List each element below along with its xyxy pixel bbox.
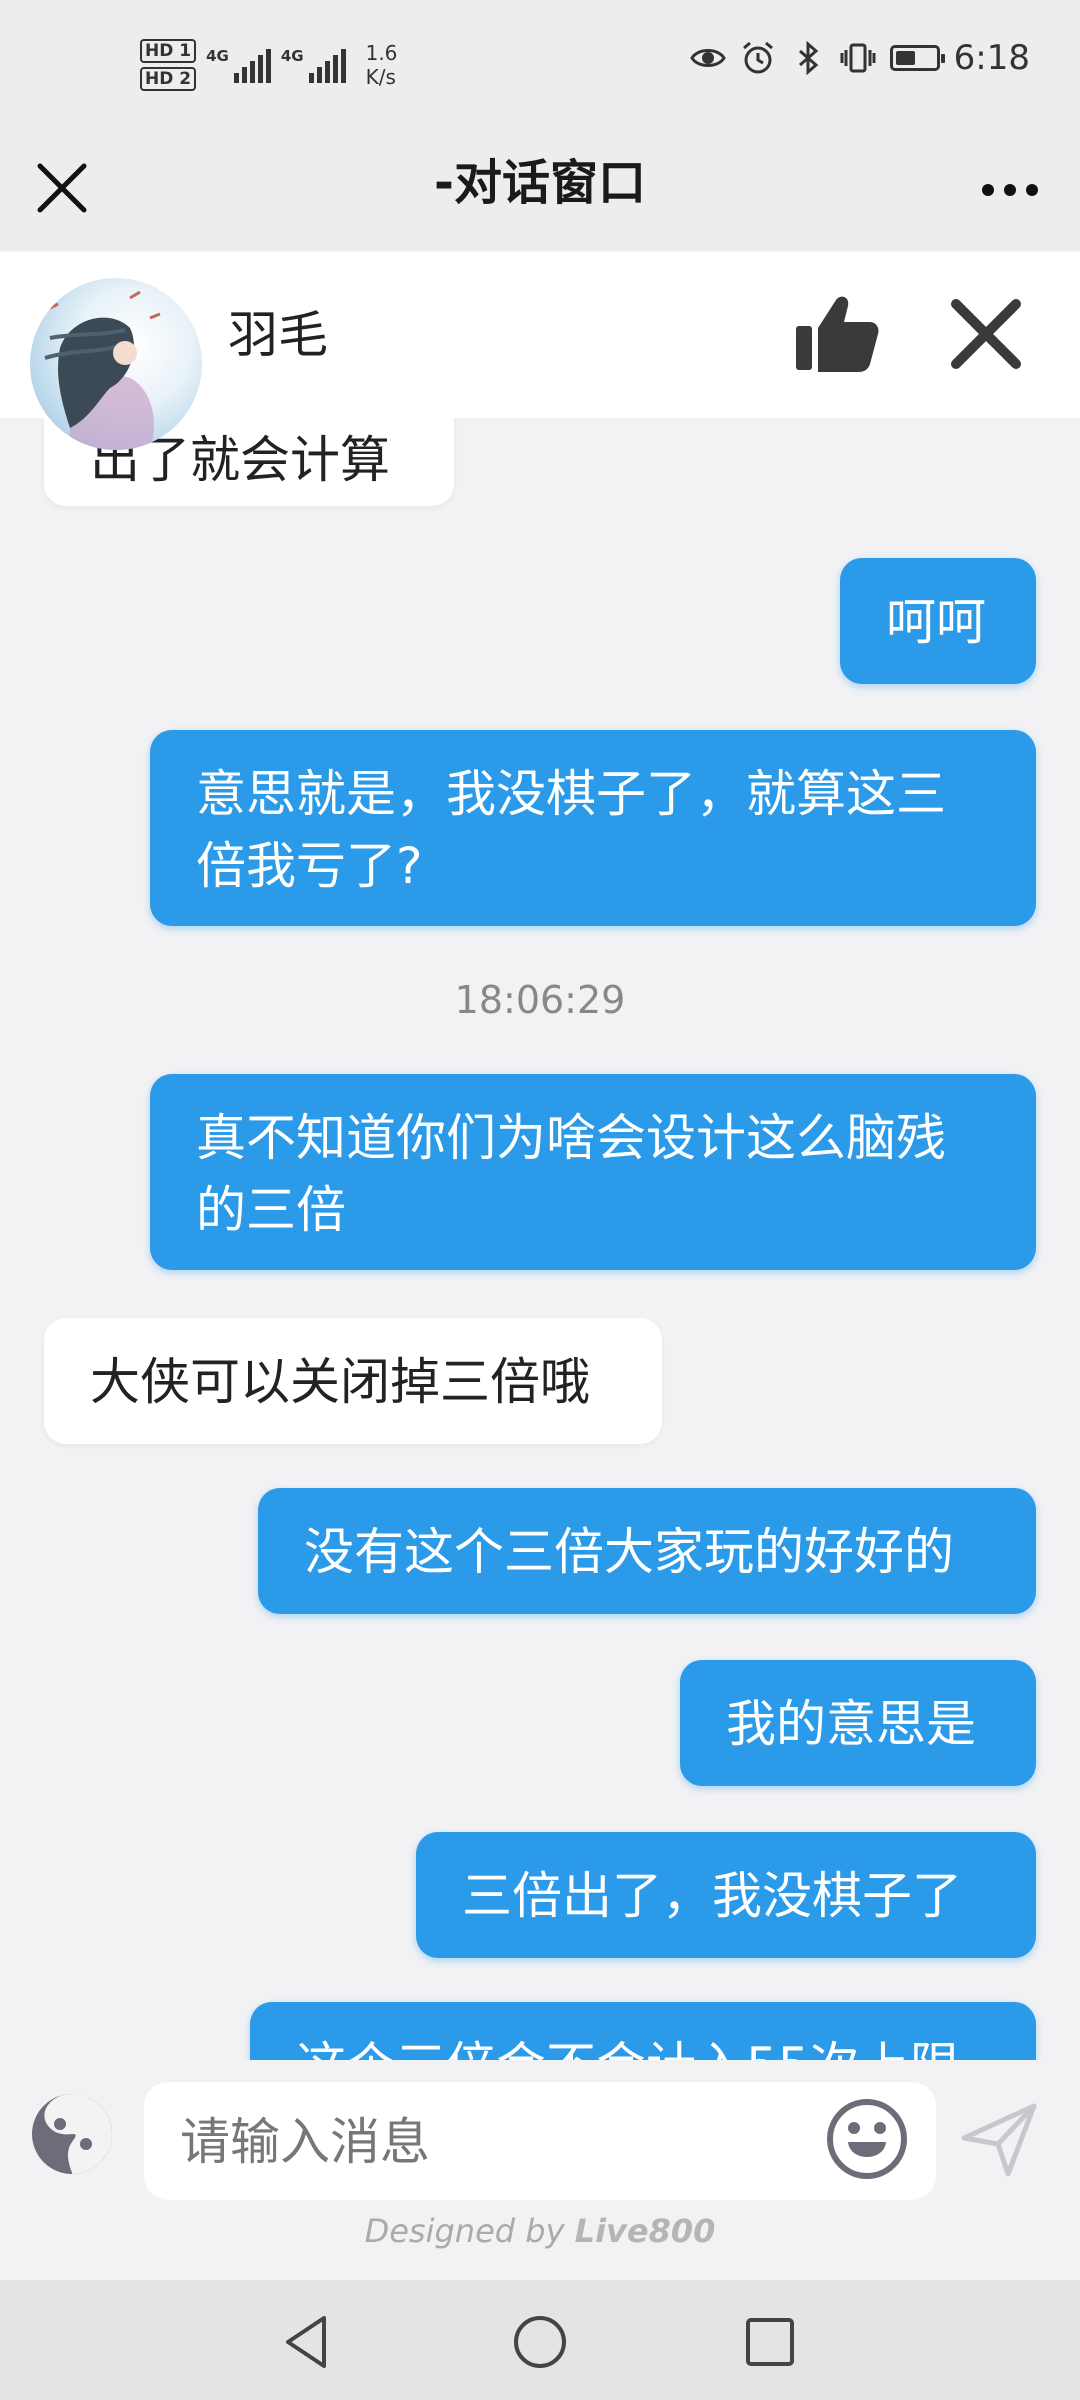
designed-by: Designed by Live800 xyxy=(0,2212,1080,2250)
network-type-1: 4G xyxy=(206,47,229,65)
message-input[interactable] xyxy=(178,2082,830,2202)
navigation-bar xyxy=(0,2280,1080,2400)
outgoing-message: 意思就是，我没棋子了，就算这三倍我亏了? xyxy=(150,730,1036,926)
status-bar: HD 1 HD 2 4G 4G 1.6 K/s 6:18 xyxy=(0,0,1080,130)
eye-icon xyxy=(689,49,726,67)
message-input-box[interactable] xyxy=(144,2082,936,2202)
incoming-message: 大侠可以关闭掉三倍哦 xyxy=(44,1318,662,1444)
battery-icon xyxy=(889,45,945,71)
brand-logo: Live800 xyxy=(574,2212,716,2250)
home-icon[interactable] xyxy=(508,2310,572,2374)
title-bar: -对话窗口 xyxy=(0,130,1080,250)
close-icon[interactable] xyxy=(946,294,1026,374)
outgoing-message: 呵呵 xyxy=(840,558,1036,684)
hd-badge-1: HD 1 xyxy=(140,39,197,63)
message-list[interactable]: 出了就会计算 呵呵 意思就是，我没棋子了，就算这三倍我亏了? 18:06:29 … xyxy=(0,250,1080,2060)
more-options-button[interactable] xyxy=(970,160,1050,220)
signal-icon-2: 4G xyxy=(281,47,346,83)
bluetooth-icon xyxy=(798,40,818,76)
avatar[interactable] xyxy=(30,278,202,450)
network-status: HD 1 HD 2 4G 4G 1.6 K/s xyxy=(140,30,397,100)
thumbs-up-icon[interactable] xyxy=(790,288,882,380)
outgoing-message: 三倍出了，我没棋子了 xyxy=(416,1832,1036,1958)
send-icon[interactable] xyxy=(958,2098,1040,2180)
network-speed: 1.6 K/s xyxy=(366,41,398,89)
signal-icon-1: 4G xyxy=(206,47,271,83)
mood-icon[interactable] xyxy=(30,2092,114,2176)
agent-name: 羽毛 xyxy=(228,306,328,364)
recents-icon[interactable] xyxy=(738,2310,802,2374)
outgoing-message: 我的意思是 xyxy=(680,1660,1036,1786)
outgoing-message: 真不知道你们为啥会设计这么脑残的三倍 xyxy=(150,1074,1036,1270)
network-speed-value: 1.6 xyxy=(365,41,398,65)
outgoing-message: 没有这个三倍大家玩的好好的 xyxy=(258,1488,1036,1614)
more-icon-dot xyxy=(1004,184,1016,196)
system-status: 6:18 xyxy=(689,38,1030,78)
designed-by-text: Designed by xyxy=(364,2212,565,2250)
more-icon xyxy=(982,184,994,196)
outgoing-message: 这个三倍会不会计入55次上限 xyxy=(250,2002,1036,2060)
hd-badge-2: HD 2 xyxy=(140,67,197,91)
emoji-icon[interactable] xyxy=(826,2098,908,2180)
back-icon[interactable] xyxy=(276,2310,340,2374)
message-timestamp: 18:06:29 xyxy=(454,978,626,1022)
more-icon-dot xyxy=(1026,184,1038,196)
avatar-image xyxy=(44,290,161,450)
vibrate-icon xyxy=(840,43,876,73)
network-speed-unit: K/s xyxy=(365,65,396,89)
battery-level xyxy=(895,51,915,65)
page-title: -对话窗口 xyxy=(434,155,646,211)
network-type-2: 4G xyxy=(280,47,304,65)
hd-indicators: HD 1 HD 2 xyxy=(140,39,197,91)
alarm-icon xyxy=(742,41,773,74)
clock: 6:18 xyxy=(953,38,1030,78)
